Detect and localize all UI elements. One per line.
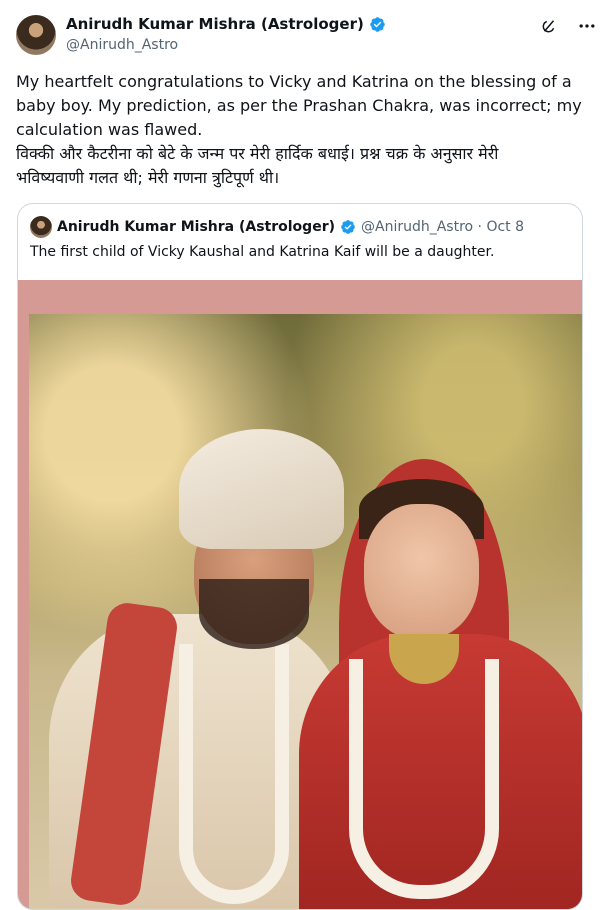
tweet-text: My heartfelt congratulations to Vicky an… <box>16 72 582 187</box>
verified-badge-icon <box>370 16 385 32</box>
bride-garland <box>349 659 499 899</box>
top-actions <box>539 16 597 36</box>
quoted-tweet[interactable]: Anirudh Kumar Mishra (Astrologer) @Aniru… <box>17 203 583 910</box>
quoted-author-name: Anirudh Kumar Mishra (Astrologer) <box>57 219 335 235</box>
groom-turban <box>179 429 344 549</box>
bride-face <box>364 504 479 639</box>
verified-badge-icon <box>341 220 355 234</box>
grok-icon[interactable] <box>539 16 559 36</box>
wedding-photo <box>29 314 582 909</box>
avatar[interactable] <box>16 15 56 55</box>
groom-garland <box>179 644 289 904</box>
quoted-media[interactable] <box>18 280 582 909</box>
author-name[interactable]: Anirudh Kumar Mishra (Astrologer) <box>66 15 364 33</box>
more-icon[interactable] <box>577 16 597 36</box>
groom-beard <box>199 579 309 649</box>
tweet: Anirudh Kumar Mishra (Astrologer) @Aniru… <box>0 0 613 910</box>
quoted-avatar <box>30 216 52 238</box>
author-row: Anirudh Kumar Mishra (Astrologer) <box>66 15 386 33</box>
author-handle[interactable]: @Anirudh_Astro <box>66 37 178 53</box>
quoted-tweet-text: The first child of Vicky Kaushal and Kat… <box>30 244 495 260</box>
quoted-tweet-header: Anirudh Kumar Mishra (Astrologer) @Aniru… <box>30 216 524 238</box>
quoted-handle-date: @Anirudh_Astro · Oct 8 <box>361 219 525 235</box>
